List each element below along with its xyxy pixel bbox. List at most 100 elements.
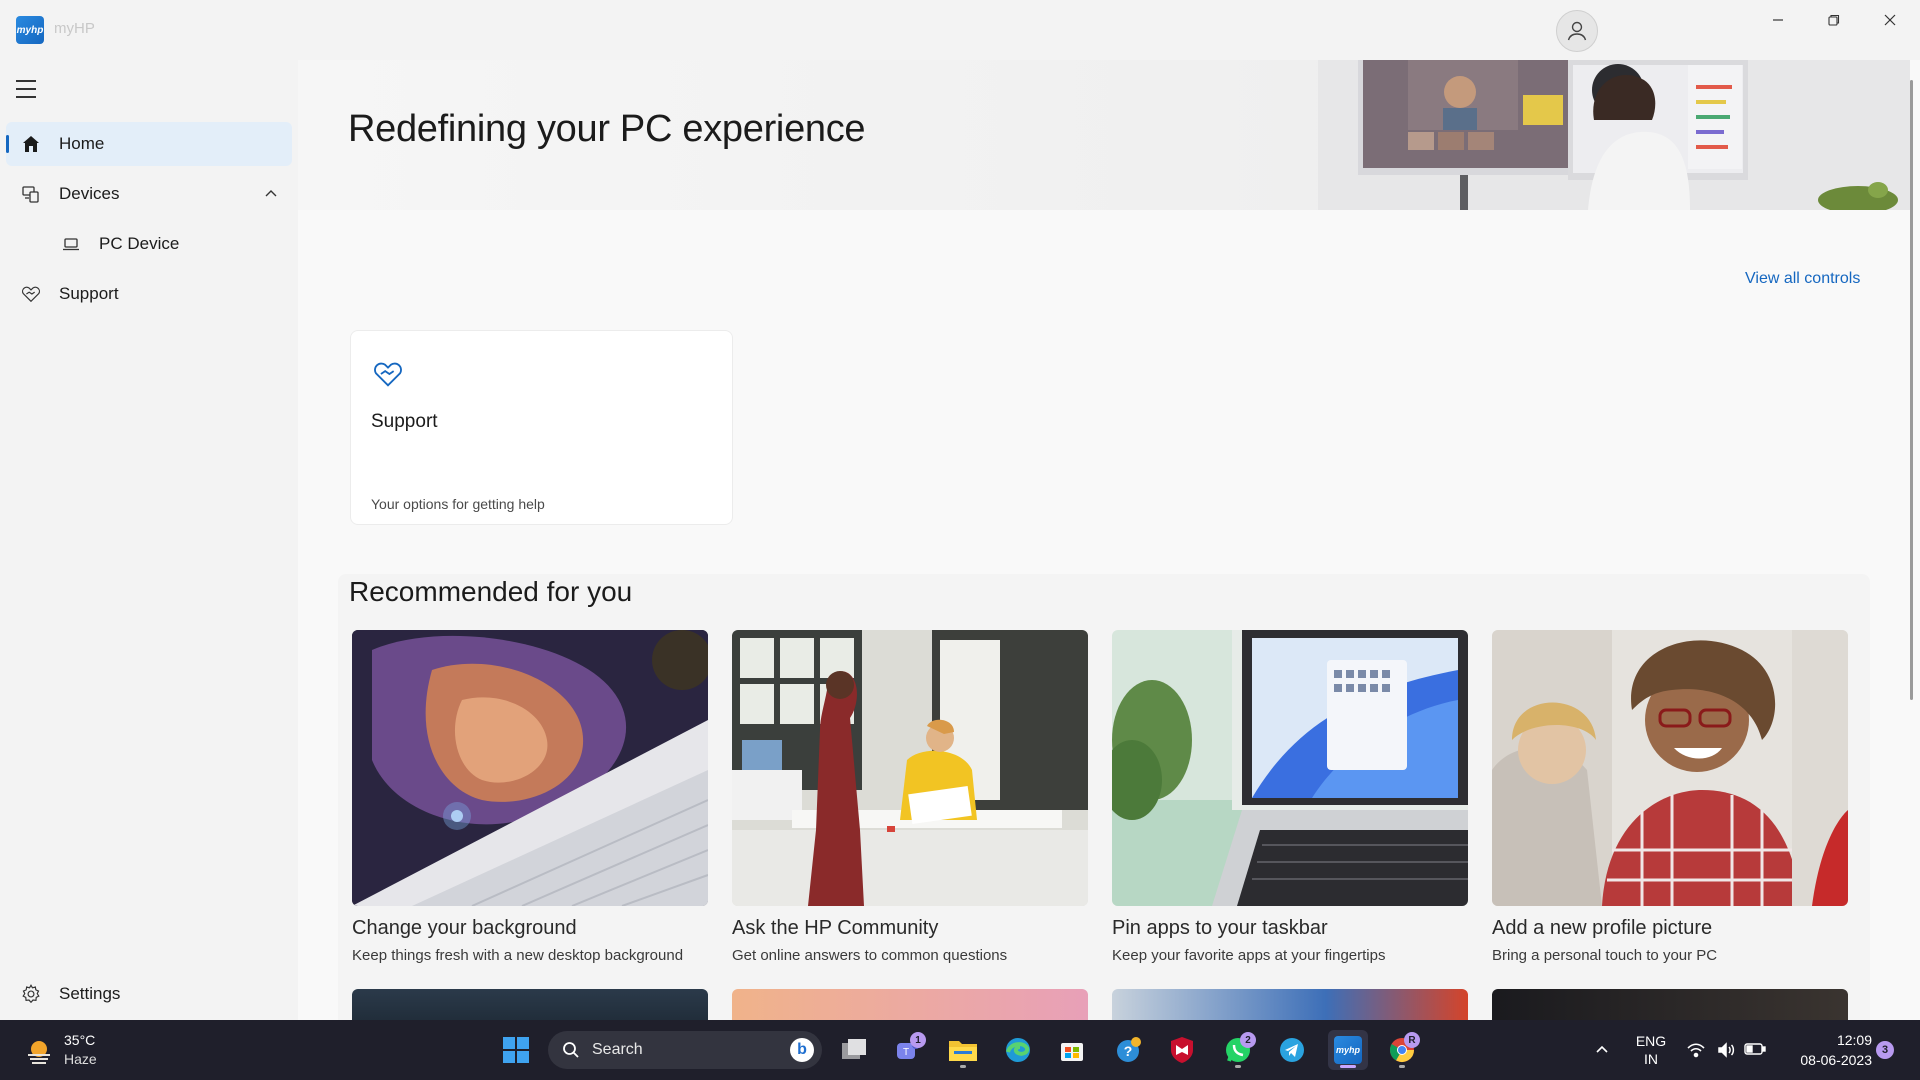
help-icon: ? <box>1117 1037 1141 1062</box>
recommended-card-background[interactable]: Change your background Keep things fresh… <box>352 630 708 964</box>
svg-text:T: T <box>903 1047 909 1058</box>
support-card-description: Your options for getting help <box>371 496 545 512</box>
clock-time: 12:09 <box>1836 1032 1872 1048</box>
edge-icon <box>1006 1038 1030 1062</box>
support-card-title: Support <box>371 411 438 432</box>
show-hidden-icons-button[interactable] <box>1582 1030 1622 1070</box>
clock[interactable]: 12:09 08-06-2023 <box>1780 1030 1872 1070</box>
recommended-card-taskbar[interactable]: Pin apps to your taskbar Keep your favor… <box>1112 630 1468 964</box>
settings-label: Settings <box>59 984 121 1003</box>
weather-widget[interactable]: 35°C Haze <box>20 1030 120 1070</box>
gear-icon <box>20 983 42 1005</box>
myhp-logo: myhp <box>16 16 44 44</box>
notification-badge: 1 <box>910 1032 926 1048</box>
sidebar-item-label: PC Device <box>99 234 180 253</box>
task-view-icon <box>842 1039 866 1059</box>
windows-icon <box>503 1037 529 1063</box>
battery-icon <box>1744 1043 1766 1055</box>
chevron-up-icon <box>1596 1045 1608 1053</box>
taskbar-whatsapp[interactable]: 2 <box>1218 1030 1258 1070</box>
taskbar-mcafee[interactable] <box>1162 1030 1202 1070</box>
mcafee-shield-icon <box>1171 1037 1193 1063</box>
sidebar-item-home[interactable]: Home <box>6 122 292 166</box>
sidebar-item-pc-device[interactable]: PC Device <box>6 222 292 266</box>
scrollbar-thumb[interactable] <box>1910 80 1913 700</box>
volume-icon <box>1718 1042 1735 1058</box>
sidebar-item-support[interactable]: Support <box>6 272 292 316</box>
app-title: myHP <box>54 20 95 37</box>
taskbar-search[interactable]: Search b <box>548 1031 822 1069</box>
taskbar-teams[interactable]: T 1 <box>888 1030 928 1070</box>
main-content: Redefining your PC experience View all c… <box>298 60 1920 1020</box>
support-icon <box>20 283 42 305</box>
sun-haze-icon <box>28 1041 50 1064</box>
view-all-controls-link[interactable]: View all controls <box>1745 270 1860 288</box>
card-title: Ask the HP Community <box>732 917 939 939</box>
taskbar-edge[interactable] <box>998 1030 1038 1070</box>
store-icon <box>1061 1043 1083 1061</box>
myhp-icon: myhp <box>1334 1036 1362 1064</box>
chevron-up-icon[interactable] <box>262 185 280 203</box>
notification-center-badge[interactable]: 3 <box>1876 1041 1894 1059</box>
language-indicator[interactable]: ENG IN <box>1626 1032 1676 1068</box>
recommended-card-profile-picture[interactable]: Add a new profile picture Bring a person… <box>1492 630 1848 964</box>
sidebar-item-settings[interactable]: Settings <box>6 972 292 1016</box>
bing-icon[interactable]: b <box>790 1038 814 1062</box>
laptop-icon <box>60 233 82 255</box>
close-button[interactable] <box>1862 0 1918 40</box>
hero-banner: Redefining your PC experience <box>298 60 1910 210</box>
search-icon <box>563 1042 579 1058</box>
taskbar-telegram[interactable] <box>1272 1030 1312 1070</box>
svg-text:?: ? <box>1124 1043 1133 1059</box>
hamburger-menu-button[interactable] <box>16 76 42 102</box>
weather-condition: Haze <box>64 1051 97 1067</box>
taskbar-help[interactable]: ? <box>1108 1030 1148 1070</box>
recommended-card-partial[interactable] <box>732 989 1088 1020</box>
minimize-icon <box>1773 19 1783 21</box>
language-region: IN <box>1644 1051 1658 1067</box>
account-button[interactable] <box>1556 10 1598 52</box>
card-image <box>732 630 1088 906</box>
user-icon <box>1567 21 1587 41</box>
recommended-card-partial[interactable] <box>352 989 708 1020</box>
home-icon <box>20 133 42 155</box>
taskbar-chrome[interactable]: R <box>1382 1030 1422 1070</box>
sidebar-item-label: Devices <box>59 184 120 203</box>
recommended-card-partial[interactable] <box>1112 989 1468 1020</box>
card-image <box>1492 630 1848 906</box>
start-button[interactable] <box>496 1030 536 1070</box>
clock-date: 08-06-2023 <box>1800 1052 1872 1068</box>
profile-badge: R <box>1404 1032 1420 1048</box>
card-title: Add a new profile picture <box>1492 917 1713 939</box>
notification-badge: 2 <box>1240 1032 1256 1048</box>
support-card[interactable]: Support Your options for getting help <box>350 330 733 525</box>
support-icon <box>374 362 402 387</box>
card-description: Bring a personal touch to your PC <box>1492 947 1718 964</box>
taskbar-store[interactable] <box>1052 1030 1092 1070</box>
taskbar-myhp[interactable]: myhp <box>1328 1030 1368 1070</box>
title-bar: myhp myHP <box>0 0 1920 60</box>
card-description: Get online answers to common questions <box>732 947 1008 964</box>
restore-button[interactable] <box>1806 0 1862 40</box>
taskbar-file-explorer[interactable] <box>943 1030 983 1070</box>
card-description: Keep things fresh with a new desktop bac… <box>352 947 684 964</box>
task-view-button[interactable] <box>834 1030 874 1070</box>
language-code: ENG <box>1635 1033 1667 1049</box>
search-label: Search <box>592 1041 643 1058</box>
card-image <box>1112 630 1468 906</box>
telegram-icon <box>1280 1038 1304 1062</box>
sidebar-item-label: Support <box>59 284 119 303</box>
quick-settings-button[interactable] <box>1686 1038 1766 1062</box>
recommended-card-partial[interactable] <box>1492 989 1848 1020</box>
devices-icon <box>20 183 42 205</box>
taskbar: 35°C Haze Search b T 1 ? 2 myhp R ENG IN… <box>0 1020 1920 1080</box>
hero-image <box>1318 60 1910 210</box>
card-title: Pin apps to your taskbar <box>1112 917 1328 939</box>
restore-icon <box>1828 14 1840 26</box>
minimize-button[interactable] <box>1750 0 1806 40</box>
recommended-card-community[interactable]: Ask the HP Community Get online answers … <box>732 630 1088 964</box>
wifi-icon <box>1687 1043 1705 1058</box>
hero-title: Redefining your PC experience <box>348 108 866 150</box>
sidebar-item-devices[interactable]: Devices <box>6 172 292 216</box>
weather-temperature: 35°C <box>64 1032 96 1048</box>
